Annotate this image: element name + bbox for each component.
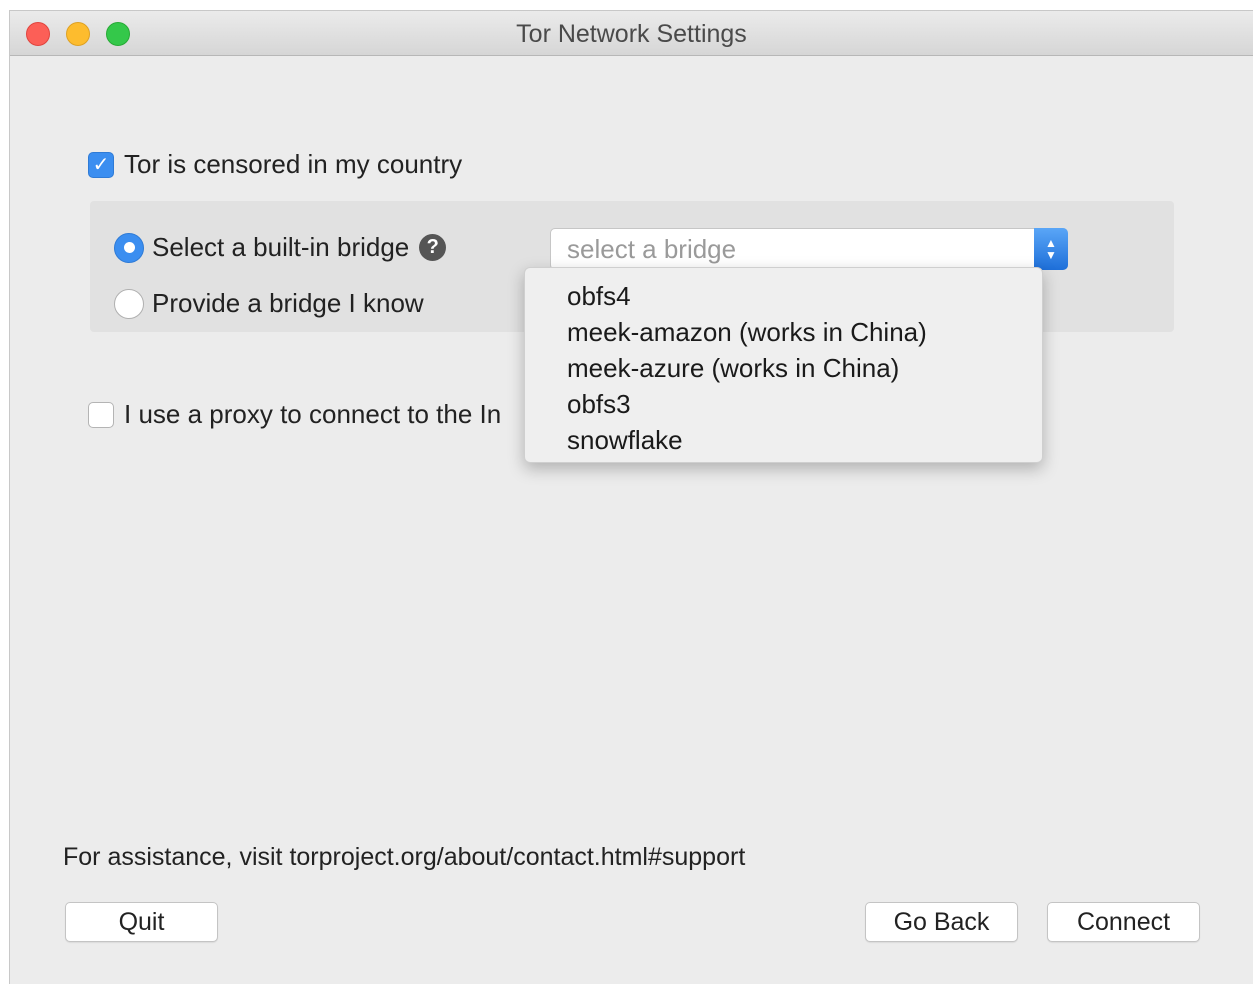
bridge-select-value: select a bridge bbox=[567, 234, 737, 264]
provide-bridge-label: Provide a bridge I know bbox=[152, 288, 424, 318]
builtin-bridge-label: Select a built-in bridge bbox=[152, 232, 410, 262]
help-icon[interactable]: ? bbox=[419, 234, 447, 261]
dropdown-option-meek-amazon[interactable]: meek-amazon (works in China) bbox=[525, 314, 1042, 350]
builtin-bridge-radio[interactable] bbox=[114, 232, 144, 263]
go-back-button[interactable]: Go Back bbox=[865, 902, 1018, 942]
provide-bridge-radio[interactable] bbox=[114, 288, 144, 319]
select-stepper-icon[interactable]: ▲ ▼ bbox=[1034, 228, 1068, 270]
censored-checkbox-row[interactable]: ✓ Tor is censored in my country bbox=[88, 149, 462, 180]
dropdown-option-snowflake[interactable]: snowflake bbox=[525, 422, 1042, 458]
dropdown-option-obfs3[interactable]: obfs3 bbox=[525, 386, 1042, 422]
assistance-text: For assistance, visit torproject.org/abo… bbox=[63, 843, 746, 871]
censored-checkbox[interactable]: ✓ bbox=[88, 151, 114, 178]
censored-label: Tor is censored in my country bbox=[124, 149, 463, 179]
dropdown-option-meek-azure[interactable]: meek-azure (works in China) bbox=[525, 350, 1042, 386]
dropdown-option-obfs4[interactable]: obfs4 bbox=[525, 278, 1042, 314]
title-bar[interactable]: Tor Network Settings bbox=[10, 11, 1253, 56]
tor-network-settings-window: Tor Network Settings ✓ Tor is censored i… bbox=[9, 10, 1253, 984]
provide-bridge-option[interactable]: Provide a bridge I know bbox=[114, 288, 424, 319]
bridge-dropdown-menu: obfs4 meek-amazon (works in China) meek-… bbox=[524, 267, 1043, 463]
checkmark-icon: ✓ bbox=[92, 154, 110, 176]
proxy-label: I use a proxy to connect to the In bbox=[124, 399, 502, 429]
proxy-checkbox[interactable] bbox=[88, 401, 114, 428]
quit-button[interactable]: Quit bbox=[65, 902, 218, 942]
window-title: Tor Network Settings bbox=[516, 20, 747, 48]
connect-button[interactable]: Connect bbox=[1047, 902, 1200, 942]
proxy-checkbox-row[interactable]: I use a proxy to connect to the In bbox=[88, 399, 501, 430]
builtin-bridge-option[interactable]: Select a built-in bridge ? bbox=[114, 232, 447, 263]
bridge-select[interactable]: select a bridge ▲ ▼ bbox=[550, 228, 1068, 270]
